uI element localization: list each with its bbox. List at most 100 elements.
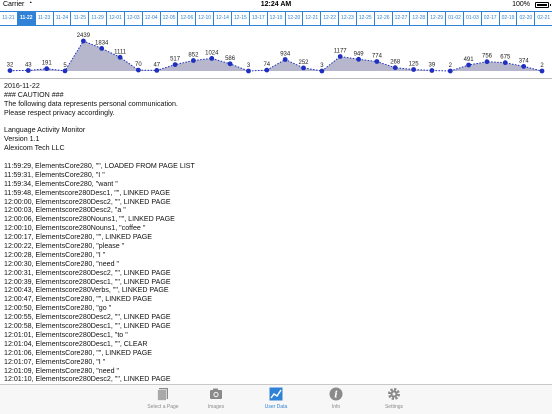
- chart-data-label: 1177: [334, 49, 348, 55]
- chart-data-label: 2: [540, 63, 544, 69]
- date-tab-11-25[interactable]: 11-25: [71, 12, 90, 25]
- date-tab-12-06[interactable]: 12-06: [178, 12, 197, 25]
- chart-point[interactable]: [429, 68, 435, 73]
- chart-data-label: 2439: [77, 33, 91, 39]
- date-tab-11-23[interactable]: 11-23: [36, 12, 54, 25]
- chart-data-label: 252: [298, 60, 309, 66]
- svg-text:i: i: [334, 391, 338, 401]
- chart-point[interactable]: [282, 57, 288, 62]
- date-tab-12-28[interactable]: 12-28: [410, 12, 429, 25]
- chart-data-label: 47: [153, 62, 160, 68]
- chart-point[interactable]: [319, 68, 325, 74]
- log-line: 12:01:07, ElementsCore280, "I ": [4, 357, 106, 366]
- chart-point[interactable]: [25, 68, 31, 73]
- date-tab-12-05[interactable]: 12-05: [161, 12, 179, 25]
- chart-point[interactable]: [521, 64, 527, 69]
- date-tab-12-29[interactable]: 12-29: [428, 12, 447, 25]
- chart-point[interactable]: [227, 61, 233, 67]
- chart-data-label: 517: [170, 57, 181, 63]
- date-tab-12-14[interactable]: 12-14: [214, 12, 232, 25]
- chart-point[interactable]: [172, 62, 178, 67]
- date-tab-12-03[interactable]: 12-03: [125, 12, 143, 25]
- date-tab-12-04[interactable]: 12-04: [143, 12, 161, 25]
- tab-user-data[interactable]: User Data: [246, 387, 306, 414]
- chart-data-label: 2: [449, 63, 453, 69]
- date-tab-12-26[interactable]: 12-26: [375, 12, 393, 25]
- chart-data-label: 675: [500, 55, 511, 61]
- chart-point[interactable]: [246, 68, 251, 74]
- log-line: Language Activity Monitor: [4, 126, 86, 135]
- date-tab-01-03[interactable]: 01-03: [464, 12, 482, 25]
- date-tab-12-19[interactable]: 12-19: [268, 12, 286, 25]
- date-tab-11-24[interactable]: 11-24: [54, 12, 72, 25]
- clock: 12:24 AM: [260, 1, 292, 8]
- chart-point[interactable]: [337, 54, 343, 59]
- tab-images[interactable]: Images: [186, 387, 246, 414]
- chart-data-label: 1024: [205, 50, 219, 56]
- tab-select-a-page[interactable]: Select a Page: [133, 387, 193, 414]
- date-tab-12-27[interactable]: 12-27: [393, 12, 411, 25]
- chart-point[interactable]: [301, 65, 306, 71]
- chart-point[interactable]: [136, 67, 141, 73]
- date-tab-02-21[interactable]: 02-21: [535, 12, 552, 25]
- chart-point[interactable]: [411, 67, 416, 72]
- chart-point[interactable]: [44, 66, 50, 72]
- chart-point[interactable]: [154, 68, 160, 73]
- date-tab-12-25[interactable]: 12-25: [357, 12, 375, 25]
- chart-data-label: 43: [25, 63, 32, 69]
- date-tab-11-22[interactable]: 11-22: [17, 12, 36, 25]
- tab-label: Settings: [384, 404, 404, 410]
- date-tab-12-23[interactable]: 12-23: [339, 12, 357, 25]
- log-line: 11:59:48, Elementscore280Desc1, "", LINK…: [4, 188, 171, 197]
- chart-point[interactable]: [117, 54, 123, 60]
- chart-point[interactable]: [356, 56, 361, 62]
- divider: [0, 78, 552, 79]
- chart-point[interactable]: [191, 58, 196, 63]
- log-line: 12:00:58, Elementscore280Desc1, "", LINK…: [4, 322, 171, 331]
- log-line: 12:00:28, ElementsCore280, "I ": [4, 250, 106, 259]
- chart-data-label: 774: [372, 54, 383, 60]
- chart-data-label: 491: [464, 57, 475, 63]
- activity-log[interactable]: 2016-11-22 ### CAUTION ### The following d…: [4, 82, 548, 384]
- chart-point[interactable]: [466, 62, 471, 68]
- date-tab-02-17[interactable]: 02-17: [482, 12, 500, 25]
- camera-icon: [209, 387, 223, 401]
- date-tab-11-29[interactable]: 11-29: [89, 12, 108, 25]
- chart-point[interactable]: [7, 68, 13, 73]
- date-tab-12-10[interactable]: 12-10: [196, 12, 215, 25]
- date-tab-12-01[interactable]: 12-01: [107, 12, 125, 25]
- log-line: 11:59:29, ElementsCore280, "", LOADED FR…: [4, 162, 195, 171]
- log-line: 12:00:55, Elementscore280Desc2, "", LINK…: [4, 313, 171, 322]
- chart-point[interactable]: [62, 68, 68, 74]
- chart-point[interactable]: [374, 59, 380, 64]
- date-tab-02-19[interactable]: 02-19: [500, 12, 518, 25]
- date-tab-12-20[interactable]: 12-20: [286, 12, 304, 25]
- chart-data-label: 268: [390, 60, 401, 66]
- chart-point[interactable]: [209, 56, 215, 61]
- date-tab-01-02[interactable]: 01-02: [446, 12, 464, 25]
- chart-data-label: 32: [7, 63, 14, 69]
- tab-label: User Data: [264, 404, 288, 410]
- chart-point[interactable]: [484, 59, 490, 65]
- chart-point[interactable]: [264, 67, 270, 73]
- date-tab-12-21[interactable]: 12-21: [303, 12, 322, 25]
- chart-point[interactable]: [447, 68, 453, 74]
- chart-data-label: 3: [320, 63, 324, 69]
- tab-info[interactable]: i Info: [306, 387, 366, 414]
- chart-point[interactable]: [81, 38, 86, 44]
- date-tab-11-21[interactable]: 11-21: [0, 12, 18, 25]
- date-tab-13-17[interactable]: 13-17: [250, 12, 268, 25]
- tab-settings[interactable]: Settings: [364, 387, 424, 414]
- info-icon: i: [329, 387, 343, 401]
- date-tab-12-22[interactable]: 12-22: [321, 12, 340, 25]
- date-tab-02-20[interactable]: 02-20: [517, 12, 536, 25]
- chart-point[interactable]: [392, 65, 398, 71]
- chart-point[interactable]: [99, 46, 105, 51]
- chart-point[interactable]: [539, 68, 545, 74]
- chart-data-label: 39: [429, 63, 436, 69]
- date-tab-12-15[interactable]: 12-15: [232, 12, 250, 25]
- log-line: 12:00:31, Elementscore280Desc2, "", LINK…: [4, 268, 171, 277]
- chart-point[interactable]: [502, 60, 508, 66]
- log-line: 2016-11-22: [4, 82, 40, 90]
- chart-icon: [269, 387, 283, 401]
